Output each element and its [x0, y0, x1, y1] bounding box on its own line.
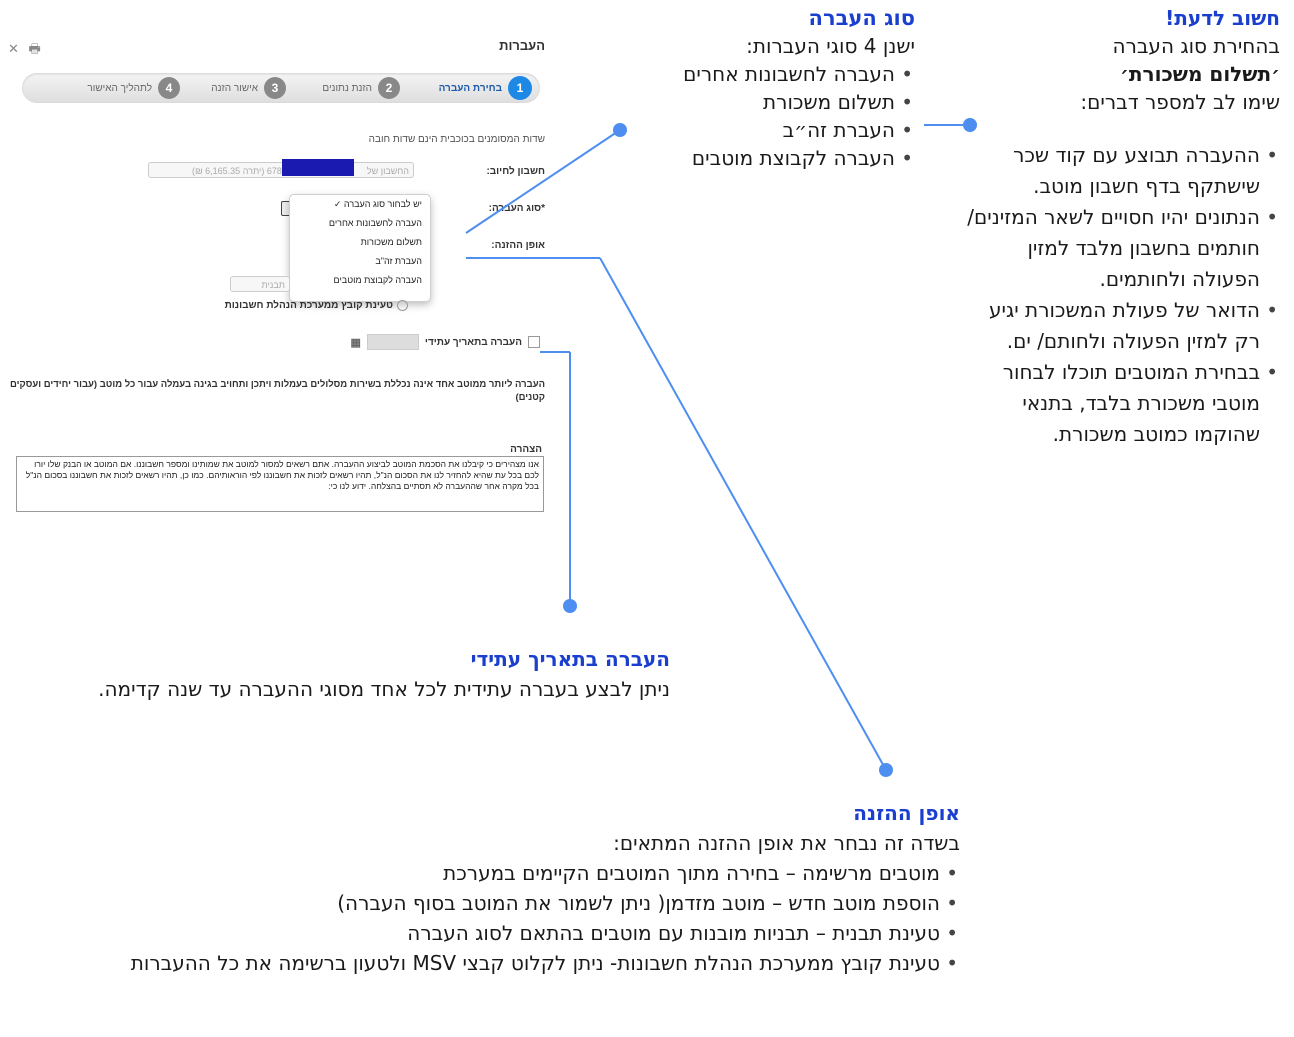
callout-title: חשוב לדעת! [1165, 6, 1280, 30]
list-item: טעינת קובץ ממערכת הנהלת חשבונות- ניתן לק… [100, 948, 960, 978]
calendar-icon[interactable]: ▦ [351, 336, 361, 349]
step-label: לתהליך האישור [87, 82, 152, 94]
debit-account-select[interactable]: החשבון של 678 (יתרה 6,165.35 ₪) [148, 162, 414, 178]
list-item: טעינת תבנית – תבניות מובנות עם מוטבים בה… [100, 918, 960, 948]
step-number: 3 [264, 77, 286, 99]
load-file-option[interactable]: טעינת קובץ ממערכת הנהלת חשבונות [218, 300, 408, 311]
multi-beneficiary-notice: העברה ליותר ממוטב אחד אינה נכללת בשירות … [9, 379, 545, 403]
step-number: 2 [378, 77, 400, 99]
debit-account-name: החשבון של [366, 166, 409, 176]
required-note: שדות המסומנים בכוכבית הינם שדות חובה [368, 134, 545, 145]
callout-entry-method: אופן ההזנה בשדה זה נבחר את אופן ההזנה המ… [100, 798, 960, 978]
print-icon[interactable]: 🖶 [29, 41, 41, 56]
list-item: הוספת מוטב חדש – מוטב מזדמן( ניתן לשמור … [100, 888, 960, 918]
wizard-stepper: 1 בחירת העברה 2 הזנת נתונים 3 אישור הזנה… [22, 73, 540, 103]
debit-account-balance: 678 (יתרה 6,165.35 ₪) [192, 166, 282, 176]
close-icon[interactable]: ✕ [8, 41, 19, 56]
declaration-title: הצהרה [510, 444, 542, 455]
callout-future-date: העברה בתאריך עתידי ניתן לבצע בעברה עתידי… [60, 644, 670, 704]
callout-list: ההעברה תבוצע עם קוד שכר שישתקף בדף חשבון… [960, 140, 1280, 450]
transfer-type-dropdown[interactable]: יש לבחור סוג העברה העברה לחשבונות אחרים … [289, 194, 431, 302]
connector-dot [563, 599, 577, 613]
template-select[interactable]: תבנית [230, 276, 290, 292]
entry-method-label: אופן ההזנה: [491, 240, 545, 251]
toolbar-icons: ✕ 🖶 [8, 40, 47, 62]
callout-line: ׳תשלום משכורת׳ [1120, 62, 1280, 86]
page-title: העברות [499, 38, 545, 53]
list-item: הדואר של פעולת המשכורת יגיע רק למזין הפע… [960, 295, 1280, 357]
future-date-label: העברה בתאריך עתידי [424, 336, 522, 348]
step-2[interactable]: 2 הזנת נתונים [322, 76, 400, 100]
step-4[interactable]: 4 לתהליך האישור [87, 76, 180, 100]
connector-dot [879, 763, 893, 777]
list-item: תשלום משכורת [560, 88, 915, 116]
transfer-option[interactable]: העברת זה"ב [290, 252, 430, 271]
callout-title: סוג העברה [808, 6, 915, 30]
transfer-option[interactable]: תשלום משכורות [290, 233, 430, 252]
list-item: בבחירת המוטבים תוכלו לבחור מוטבי משכורת … [960, 357, 1280, 450]
callout-title: העברה בתאריך עתידי [470, 647, 670, 671]
transfer-option[interactable]: יש לבחור סוג העברה [290, 195, 430, 214]
callout-list: העברה לחשבונות אחרים תשלום משכורת העברת … [560, 60, 915, 172]
list-item: מוטבים מרשימה – בחירה מתוך המוטבים הקיימ… [100, 858, 960, 888]
future-date-input[interactable] [366, 334, 419, 350]
step-1[interactable]: 1 בחירת העברה [439, 76, 532, 100]
step-number: 1 [508, 76, 532, 100]
transfer-option[interactable]: העברה לחשבונות אחרים [290, 214, 430, 233]
callout-list: מוטבים מרשימה – בחירה מתוך המוטבים הקיימ… [100, 858, 960, 978]
step-label: הזנת נתונים [322, 82, 372, 94]
step-3[interactable]: 3 אישור הזנה [211, 76, 286, 100]
debit-account-label: חשבון לחיוב: [486, 166, 545, 177]
step-label: בחירת העברה [438, 82, 502, 94]
list-item: העברה לחשבונות אחרים [560, 60, 915, 88]
list-item: הנתונים יהיו חסויים לשאר המזינים/ חותמים… [960, 202, 1280, 295]
list-item: ההעברה תבוצע עם קוד שכר שישתקף בדף חשבון… [960, 140, 1280, 202]
callout-intro: בשדה זה נבחר את אופן ההזנה המתאים: [613, 831, 960, 855]
callout-line: שימו לב למספר דברים: [1080, 90, 1280, 114]
callout-title: אופן ההזנה [853, 801, 960, 825]
list-item: העברה לקבוצת מוטבים [560, 144, 915, 172]
future-date-row: העברה בתאריך עתידי ▦ [320, 334, 540, 350]
transfer-screen: ✕ 🖶 העברות 1 בחירת העברה 2 הזנת נתונים 3… [0, 0, 560, 520]
redaction-block [282, 159, 354, 176]
step-label: אישור הזנה [211, 82, 258, 94]
callout-intro: ישנן 4 סוגי העברות: [746, 34, 915, 58]
radio-button[interactable] [397, 300, 408, 311]
list-item: העברת זה״ב [560, 116, 915, 144]
step-number: 4 [158, 77, 180, 99]
callout-transfer-type: סוג העברה ישנן 4 סוגי העברות: העברה לחשב… [560, 4, 915, 172]
callout-important: חשוב לדעת! בהחירת סוג העברה ׳תשלום משכור… [960, 4, 1280, 450]
declaration-text: אנו מצהירים כי קיבלנו את הסכמת המוטב לבי… [16, 456, 544, 512]
transfer-type-label: *סוג העברה: [488, 203, 545, 214]
future-date-checkbox[interactable] [528, 336, 540, 348]
callout-line: בהחירת סוג העברה [1112, 34, 1281, 58]
load-file-label: טעינת קובץ ממערכת הנהלת חשבונות [224, 300, 393, 312]
callout-text: ניתן לבצע בעברה עתידית לכל אחד מסוגי ההע… [98, 677, 670, 701]
transfer-option[interactable]: העברה לקבוצת מוטבים [290, 271, 430, 290]
